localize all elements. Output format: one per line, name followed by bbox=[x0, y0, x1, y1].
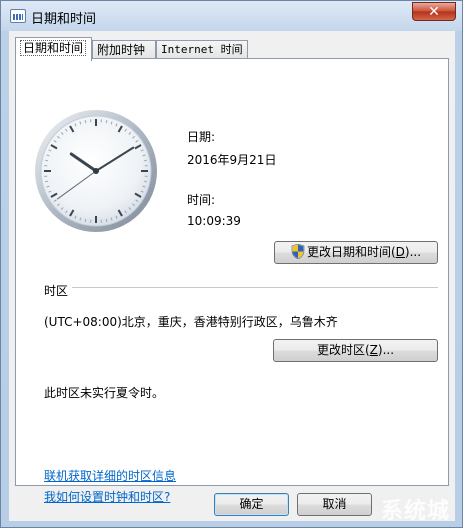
button-label-suffix: )... bbox=[377, 343, 395, 357]
timezone-section-label: 时区 bbox=[44, 284, 69, 298]
watermark-text: 系统城 bbox=[380, 499, 450, 524]
close-icon: ✕ bbox=[428, 4, 440, 20]
tab-additional-clocks[interactable]: 附加时钟 bbox=[92, 40, 156, 59]
timezone-value: (UTC+08:00)北京，重庆，香港特别行政区，乌鲁木齐 bbox=[44, 315, 338, 329]
tab-label: Internet 时间 bbox=[161, 43, 243, 56]
dialog-window: 日期和时间 ✕ 日期和时间 附加时钟 Internet 时间 日期: 2016年… bbox=[0, 0, 463, 528]
close-button[interactable]: ✕ bbox=[412, 2, 456, 21]
how-to-set-clock-link[interactable]: 我如何设置时钟和时区? bbox=[44, 488, 170, 505]
title-bar[interactable]: 日期和时间 ✕ bbox=[1, 1, 462, 31]
clock-minute-tick bbox=[84, 218, 87, 222]
clock-center bbox=[93, 168, 99, 174]
clock-minute-tick bbox=[143, 159, 147, 162]
clock-minute-tick bbox=[45, 159, 49, 162]
button-label-suffix: )... bbox=[404, 245, 422, 259]
tab-internet-time[interactable]: Internet 时间 bbox=[156, 40, 248, 59]
uac-shield-icon bbox=[291, 244, 305, 259]
clock-minute-tick bbox=[105, 218, 108, 222]
window-title: 日期和时间 bbox=[31, 12, 97, 27]
change-timezone-button[interactable]: 更改时区(Z)... bbox=[273, 339, 438, 362]
button-label-prefix: 更改时区( bbox=[316, 343, 370, 357]
time-label: 时间: bbox=[187, 193, 216, 207]
client-area: 日期和时间 附加时钟 Internet 时间 日期: 2016年9月21日 时间… bbox=[9, 31, 455, 521]
tab-label: 日期和时间 bbox=[20, 40, 87, 56]
timezone-separator bbox=[72, 287, 438, 288]
date-value: 2016年9月21日 bbox=[187, 153, 277, 167]
watermark-logo: 系统城 bbox=[280, 495, 460, 525]
clock-minute-tick bbox=[84, 120, 87, 124]
analog-clock bbox=[35, 110, 157, 232]
online-timezone-info-link[interactable]: 联机获取详细的时区信息 bbox=[44, 467, 176, 484]
tab-date-time[interactable]: 日期和时间 bbox=[15, 37, 92, 61]
change-date-time-button[interactable]: 更改日期和时间(D)... bbox=[274, 241, 438, 264]
dst-note: 此时区未实行夏令时。 bbox=[44, 386, 165, 400]
calendar-clock-icon bbox=[10, 9, 26, 23]
clock-minute-tick bbox=[143, 180, 147, 183]
tab-label: 附加时钟 bbox=[97, 43, 146, 57]
clock-minute-tick bbox=[45, 180, 49, 183]
button-accelerator: Z bbox=[369, 343, 378, 357]
time-value: 10:09:39 bbox=[187, 214, 241, 228]
clock-minute-tick bbox=[105, 120, 108, 124]
button-accelerator: D bbox=[395, 245, 405, 259]
ok-button[interactable]: 确定 bbox=[214, 493, 289, 516]
button-label-prefix: 更改日期和时间( bbox=[306, 245, 396, 259]
date-label: 日期: bbox=[187, 130, 216, 144]
tab-panel-date-time: 日期: 2016年9月21日 时间: 10:09:39 更改日期和时间(D)..… bbox=[15, 58, 449, 504]
